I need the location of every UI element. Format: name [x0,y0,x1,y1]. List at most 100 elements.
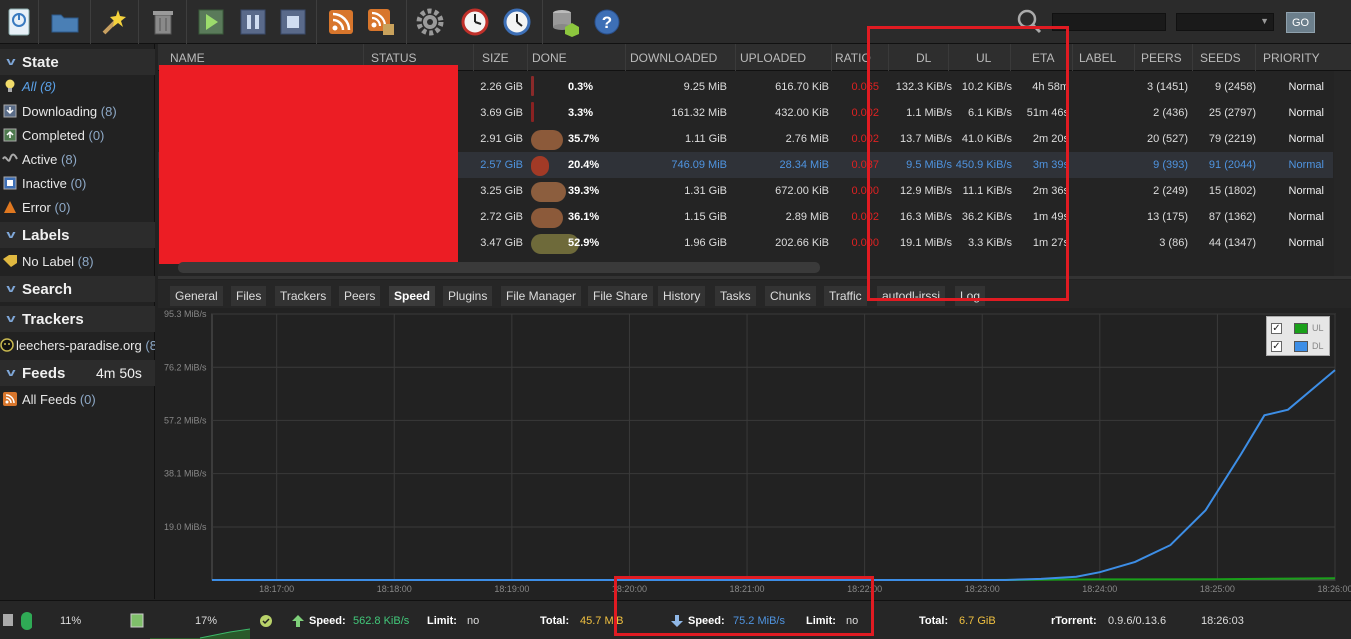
chevron-down-icon: v [6,229,16,241]
tab-history[interactable]: History [658,286,706,306]
sidebar: v State All (8) Downloading (8) Completed… [0,44,155,599]
add-torrent-button[interactable] [2,5,36,39]
tab-speed[interactable]: Speed [389,286,436,306]
horizontal-scrollbar[interactable] [178,262,820,273]
folder-icon [51,14,79,33]
cell-size: 3.47 GiB [480,237,523,249]
sidebar-item-inactive[interactable]: Inactive (0) [0,172,155,194]
cell-size: 2.72 GiB [480,211,523,223]
column-downloaded[interactable]: DOWNLOADED [625,44,735,71]
trackers-category[interactable]: v Trackers [0,306,155,332]
scheduler-button[interactable] [458,5,492,39]
checkbox-dl[interactable]: ✓ [1271,340,1282,352]
cell-seeds: 91 (2044) [1208,159,1256,171]
x-tick-label: 18:23:00 [965,584,1000,594]
stop-button[interactable] [276,5,310,39]
progress-bar [531,156,549,176]
legend-item-ul[interactable]: ✓ UL [1271,320,1324,336]
go-button[interactable]: GO [1286,12,1315,33]
tab-files[interactable]: Files [231,286,267,306]
column-uploaded[interactable]: UPLOADED [735,44,831,71]
column-peers[interactable]: PEERS [1134,44,1192,71]
plugins-button[interactable] [548,5,582,39]
add-url-button[interactable] [48,5,82,39]
redacted-name-block [159,65,458,264]
help-button[interactable]: ? [590,5,624,39]
tab-file-share[interactable]: File Share [588,286,653,306]
magic-wand-icon [102,10,126,35]
tab-tasks[interactable]: Tasks [715,286,756,306]
cell-priority: Normal [1288,211,1324,223]
tab-plugins[interactable]: Plugins [443,286,493,306]
legend-item-dl[interactable]: ✓ DL [1271,338,1324,354]
sidebar-item-downloading[interactable]: Downloading (8) [0,100,155,122]
cell-done: 36.1% [568,211,600,223]
cell-downloaded: 1.31 GiB [684,185,727,197]
create-torrent-button[interactable] [96,5,130,39]
cell-done: 20.4% [568,159,600,171]
feeds-category[interactable]: v Feeds 4m 50s [0,360,155,386]
column-size[interactable]: SIZE [473,44,527,71]
x-tick-label: 18:25:00 [1200,584,1235,594]
cell-size: 3.25 GiB [480,185,523,197]
y-tick-label: 95.3 MiB/s [164,309,207,319]
pause-button[interactable] [236,5,270,39]
labels-category[interactable]: v Labels [0,222,155,248]
panel-divider[interactable] [158,276,1351,279]
sidebar-item-completed[interactable]: Completed (0) [0,124,155,146]
x-tick-label: 18:19:00 [494,584,529,594]
cell-uploaded: 432.00 KiB [775,107,829,119]
column-priority[interactable]: PRIORITY [1255,44,1334,71]
cell-priority: Normal [1288,159,1324,171]
column-done[interactable]: DONE [527,44,625,71]
cell-priority: Normal [1288,185,1324,197]
upload-limit[interactable]: no [467,601,479,639]
rss-manager-button[interactable] [364,5,398,39]
start-button[interactable] [194,5,228,39]
settings-button[interactable] [413,5,447,39]
column-label[interactable]: LABEL [1072,44,1134,71]
disk-usage: 11% [60,615,82,627]
progress-bar [531,76,534,96]
cell-done: 3.3% [568,107,594,119]
cell-done: 52.9% [568,237,600,249]
sidebar-item-no-label[interactable]: No Label (8) [0,250,155,272]
legend-swatch-ul [1294,322,1308,334]
cell-priority: Normal [1288,237,1324,249]
cell-downloaded: 1.96 GiB [684,237,727,249]
rss-icon [329,10,353,34]
column-seeds[interactable]: SEEDS [1192,44,1255,71]
y-tick-label: 57.2 MiB/s [164,415,207,425]
sidebar-item-error[interactable]: Error (0) [0,196,155,218]
cell-seeds: 79 (2219) [1208,133,1256,145]
tab-chunks[interactable]: Chunks [765,286,816,306]
sidebar-item-tracker[interactable]: leechers-paradise.org (8 [0,334,155,356]
rss-feeds-icon [368,9,394,35]
tab-general[interactable]: General [170,286,223,306]
sidebar-item-all-feeds[interactable]: All Feeds (0) [0,388,155,410]
progress-bar [531,102,534,122]
tab-file-manager[interactable]: File Manager [501,286,582,306]
sidebar-item-active[interactable]: Active (8) [0,148,155,170]
remove-button[interactable] [146,5,180,39]
add-torrent-icon [8,8,30,36]
search-category[interactable]: v Search [0,276,155,302]
gear-icon [416,8,444,36]
time-button[interactable] [500,5,534,39]
tab-trackers[interactable]: Trackers [275,286,332,306]
x-tick-label: 18:26:00 [1317,584,1351,594]
sidebar-item-all[interactable]: All (8) [0,75,155,97]
memory-icon [130,613,146,629]
cell-uploaded: 616.70 KiB [775,81,829,93]
state-category[interactable]: v State [0,49,155,75]
cell-size: 3.69 GiB [480,107,523,119]
search-engine-select[interactable]: ▼ [1176,13,1274,31]
chevron-down-icon: v [6,367,16,379]
clock-red-icon [461,8,489,36]
search-input[interactable] [1052,13,1166,31]
vertical-scrollbar[interactable] [1334,71,1351,276]
tab-traffic[interactable]: Traffic [824,286,867,306]
rss-button[interactable] [324,5,358,39]
tab-peers[interactable]: Peers [339,286,381,306]
checkbox-ul[interactable]: ✓ [1271,322,1282,334]
